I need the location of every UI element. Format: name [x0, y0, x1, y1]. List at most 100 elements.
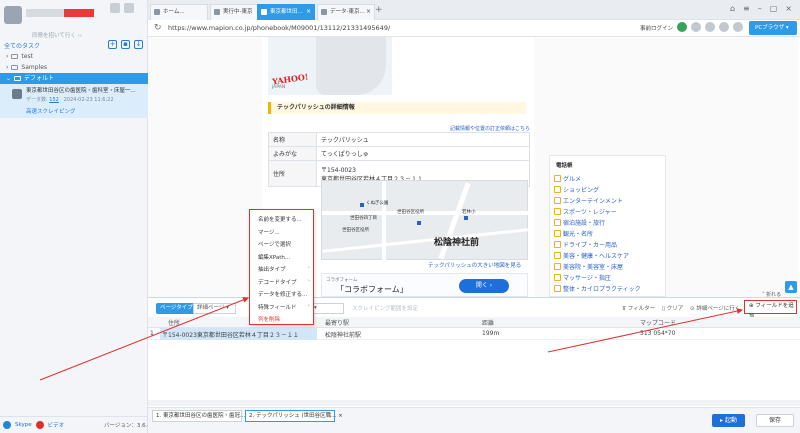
context-menu-item[interactable]: ページで選択 — [258, 240, 312, 248]
settings-icon[interactable] — [124, 3, 134, 13]
directory-item[interactable]: 美容・健康・ヘルスケア — [554, 251, 641, 262]
page-icon — [321, 9, 327, 15]
page-type-select[interactable]: 詳細ページ ▾ — [193, 303, 236, 314]
task-meta: データ数: 152 2024-02-23 11:6:22 — [26, 97, 114, 103]
home-icon[interactable]: ⌂ — [730, 4, 735, 13]
skype-link[interactable]: Skype — [15, 422, 32, 428]
map-label-park: くぬぎ公園 — [366, 201, 389, 206]
all-tasks-label[interactable]: 全てのタスク — [4, 41, 40, 50]
ad-open-button[interactable]: 開く › — [459, 279, 509, 293]
notification-icon[interactable] — [110, 3, 120, 13]
toolbar-icon[interactable] — [719, 22, 729, 32]
context-menu-item[interactable]: データを修正する... — [258, 290, 312, 298]
avatar[interactable] — [4, 6, 22, 24]
context-menu-item[interactable]: 名前を変更する... — [258, 215, 312, 223]
ad-box[interactable]: コラボフォーム 「コラボフォーム」 開く › — [321, 273, 528, 297]
toolbar-icon[interactable] — [691, 22, 701, 32]
context-menu-item[interactable]: 抽出タイプ › — [258, 265, 312, 273]
video-icon[interactable] — [35, 421, 44, 429]
detail-goto-button[interactable]: ⊙ 詳細ページに行く — [690, 304, 740, 312]
pre-login-button[interactable]: 事前ログイン — [640, 24, 673, 32]
page-type-label[interactable]: ページタイプ — [156, 303, 197, 314]
close-icon[interactable]: × — [306, 5, 311, 19]
step-tab-1[interactable]: 1. 東京都世田谷区の歯医院・歯冠... — [152, 410, 245, 422]
context-menu-item[interactable]: 列を削除 — [258, 315, 312, 323]
menu-icon[interactable]: ≡ — [743, 4, 750, 13]
directory-item[interactable]: グルメ — [554, 174, 641, 185]
tab-active-page[interactable]: 東京都世田... × — [257, 4, 315, 20]
section-title: テックパリッシュの詳細情報 — [268, 102, 526, 114]
directory-item[interactable]: 整体・カイロプラクティック — [554, 284, 641, 295]
redacted-tag — [64, 9, 94, 17]
directory-item[interactable]: ショッピング — [554, 185, 641, 196]
directory-item[interactable]: エンターテインメント — [554, 196, 641, 207]
collapse-button[interactable]: ˅ 折れる — [762, 291, 781, 298]
context-menu-item[interactable]: デコードタイプ › — [258, 278, 312, 286]
directory-item[interactable]: 美容院・美容室・床屋 — [554, 262, 641, 273]
directory-item[interactable]: 観光・名所 — [554, 229, 641, 240]
context-menu-item[interactable]: 編集XPath... — [258, 253, 312, 261]
new-folder-icon[interactable]: ▪ — [121, 40, 130, 49]
tree-item-default[interactable]: ⌄ デフォルト — [0, 73, 148, 84]
cell-station[interactable]: 松陰神社前駅 — [325, 330, 361, 339]
large-map-link[interactable]: テックパリッシュの大きい地図を見る — [428, 261, 521, 269]
data-panel — [148, 297, 800, 407]
url-field[interactable]: https://www.mapion.co.jp/phonebook/M0900… — [168, 24, 708, 32]
cell-address[interactable]: 〒154-0023東京都世田谷区若林４丁目２３－１１ — [162, 330, 299, 339]
close-window-icon[interactable]: × — [785, 4, 792, 13]
task-title[interactable]: 東京都世田谷区の歯医院・歯科室・床屋一... — [26, 86, 144, 94]
banner-image — [316, 37, 386, 95]
tab-data[interactable]: データ-東京... × — [317, 4, 375, 20]
col-address[interactable]: 住所 — [168, 318, 180, 327]
new-tab-icon[interactable]: + — [375, 5, 383, 15]
maximize-icon[interactable]: ▢ — [770, 4, 778, 13]
col-station[interactable]: 最寄り駅 — [325, 318, 349, 327]
task-data-count[interactable]: 152 — [49, 97, 59, 103]
directory-item[interactable]: ドライブ・カー用品 — [554, 240, 641, 251]
save-button[interactable]: 保存 — [756, 414, 794, 427]
import-icon[interactable]: ↓ — [134, 40, 143, 49]
map-station-label: 松陰神社前 — [434, 238, 480, 248]
tab-home[interactable]: ホーム... — [150, 4, 208, 20]
video-link[interactable]: ビデオ — [48, 421, 65, 429]
scrape-range-link[interactable]: スクレイピング範囲を設定 — [352, 304, 418, 312]
tab-strip: ホーム... 実行中-東京× 東京都世田...× データ-東京...× ⌂ ≡ … — [148, 0, 800, 20]
directory-item[interactable]: スポーツ・レジャー — [554, 207, 641, 218]
add-field-button[interactable]: ⊕ フィールドを追加 — [744, 300, 797, 320]
tree-item-samples[interactable]: › Samples — [0, 62, 148, 73]
col-mapcode[interactable]: マップコード — [640, 318, 676, 327]
cell-mapcode[interactable]: 513 054*70 — [640, 330, 675, 337]
map[interactable]: くぬぎ公園 世田谷四丁目 世田谷区役所 若林小 世田谷区役所 松陰神社前 — [321, 180, 529, 261]
context-menu-item[interactable]: 特殊フィールド › — [258, 303, 312, 311]
toolbar-icon[interactable] — [705, 22, 715, 32]
quick-scrape-label[interactable]: 高速スクレイピング — [26, 107, 76, 115]
directory-item[interactable]: マッサージ・指圧 — [554, 273, 641, 284]
reload-icon[interactable]: ↻ — [154, 23, 162, 33]
clear-button[interactable]: ▯ クリア — [662, 304, 683, 312]
status-icon[interactable] — [677, 22, 687, 32]
run-button[interactable]: ▸ 起動 — [712, 414, 745, 427]
close-icon[interactable]: × — [338, 413, 343, 419]
directory-list: グルメ ショッピング エンターテインメント スポーツ・レジャー 宿泊施設・旅行 観光・名所… — [554, 174, 641, 295]
context-menu-item[interactable]: マージ... — [258, 228, 312, 236]
map-label-school: 若林小 — [462, 210, 476, 215]
step-tab-2[interactable]: 2. テックパリッシュ (世田谷区職... × — [245, 410, 343, 422]
correction-link[interactable]: 記載情報や位置の訂正依頼はこちら — [450, 125, 530, 132]
close-icon[interactable]: × — [366, 5, 371, 19]
skype-icon[interactable] — [3, 421, 11, 429]
directory-item[interactable]: 宿泊施設・旅行 — [554, 218, 641, 229]
table-row: よみがな てっくぱりっしゅ — [268, 146, 530, 161]
new-task-icon[interactable]: + — [108, 40, 117, 49]
scroll-up-icon[interactable]: ▲ — [785, 281, 797, 293]
invite-link[interactable]: 同僚を招いて行く ›› — [32, 31, 82, 39]
filter-button[interactable]: ⊽ フィルター — [622, 304, 655, 312]
col-distance[interactable]: 距離 — [482, 318, 494, 327]
minimize-icon[interactable]: – — [758, 4, 762, 13]
horizontal-scrollbar[interactable] — [148, 400, 800, 406]
tree-item-test[interactable]: › test — [0, 51, 148, 62]
range-select[interactable]: ▾ — [310, 303, 344, 314]
pc-browser-button[interactable]: PCブラウザ ▾ — [749, 21, 797, 35]
toolbar-icon[interactable] — [733, 22, 743, 32]
map-label-yard: 世田谷四丁目 — [350, 216, 377, 221]
cell-distance[interactable]: 199m — [482, 330, 499, 337]
